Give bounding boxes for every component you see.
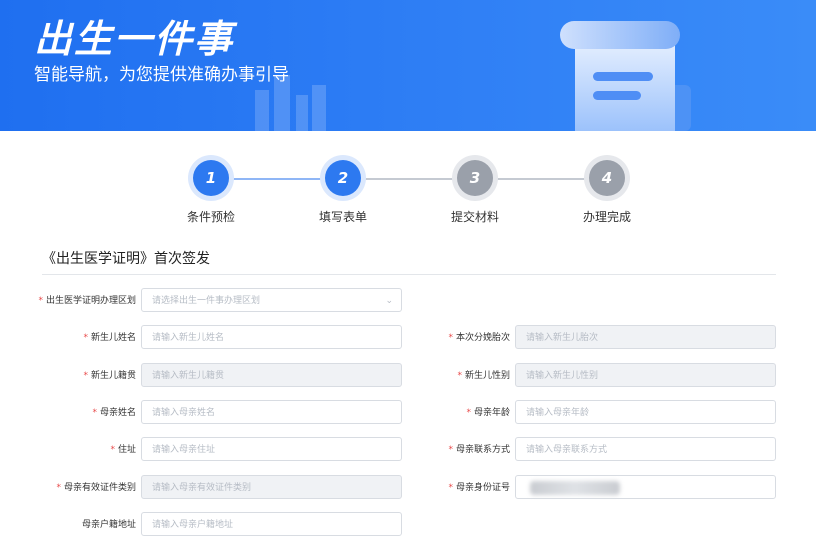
- section-divider: [42, 274, 776, 275]
- baby-name-label: * 新生儿姓名: [83, 333, 136, 343]
- step-4-label: 办理完成: [582, 210, 631, 224]
- mother-id-no-input[interactable]: [515, 475, 776, 499]
- mother-age-label: * 母亲年龄: [466, 408, 510, 418]
- form-row: * 新生儿籍贯 请输入新生儿籍贯 * 新生儿性别 请输入新生儿性别: [0, 363, 816, 389]
- redacted-value: [530, 481, 620, 495]
- step-4[interactable]: 4 办理完成: [567, 160, 647, 225]
- mother-hukou-input[interactable]: 请输入母亲户籍地址: [141, 512, 402, 536]
- form-row: * 出生医学证明办理区划 请选择出生一件事办理区划 ⌄: [0, 288, 816, 314]
- baby-gender-label: * 新生儿性别: [457, 371, 510, 381]
- district-placeholder: 请选择出生一件事办理区划: [152, 296, 261, 306]
- section-title: 《出生医学证明》首次签发: [42, 251, 210, 267]
- mother-id-no-label: * 母亲身份证号: [448, 483, 510, 493]
- district-select[interactable]: 请选择出生一件事办理区划 ⌄: [141, 288, 402, 312]
- step-3-circle: 3: [457, 160, 493, 196]
- progress-stepper: 1 条件预检 2 填写表单 3 提交材料 4 办理完成: [0, 150, 816, 230]
- baby-origin-input[interactable]: 请输入新生儿籍贯: [141, 363, 402, 387]
- baby-name-input[interactable]: 请输入新生儿姓名: [141, 325, 402, 349]
- birth-order-input[interactable]: 请输入新生儿胎次: [515, 325, 776, 349]
- baby-origin-label: * 新生儿籍贯: [83, 371, 136, 381]
- scroll-document-icon: [560, 21, 691, 131]
- step-3-label: 提交材料: [450, 210, 499, 224]
- form-row: * 住址 请输入母亲住址 * 母亲联系方式 请输入母亲联系方式: [0, 437, 816, 463]
- form-row: * 母亲有效证件类别 请输入母亲有效证件类别 * 母亲身份证号: [0, 475, 816, 501]
- mother-id-type-input[interactable]: 请输入母亲有效证件类别: [141, 475, 402, 499]
- step-2[interactable]: 2 填写表单: [303, 160, 383, 225]
- mother-id-type-label: * 母亲有效证件类别: [56, 483, 136, 493]
- form-row: * 新生儿姓名 请输入新生儿姓名 * 本次分娩胎次 请输入新生儿胎次: [0, 325, 816, 351]
- mother-phone-input[interactable]: 请输入母亲联系方式: [515, 437, 776, 461]
- header-banner: 出生一件事 智能导航，为您提供准确办事引导: [0, 0, 816, 131]
- step-2-label: 填写表单: [318, 210, 367, 224]
- banner-title: 出生一件事: [34, 17, 235, 61]
- form-row: 母亲户籍地址 请输入母亲户籍地址: [0, 512, 816, 538]
- city-decoration-icon: [255, 75, 326, 131]
- mother-name-input[interactable]: 请输入母亲姓名: [141, 400, 402, 424]
- address-label: * 住址: [110, 445, 136, 455]
- form-row: * 母亲姓名 请输入母亲姓名 * 母亲年龄 请输入母亲年龄: [0, 400, 816, 426]
- mother-phone-label: * 母亲联系方式: [448, 445, 510, 455]
- district-label: * 出生医学证明办理区划: [38, 296, 136, 306]
- address-input[interactable]: 请输入母亲住址: [141, 437, 402, 461]
- step-2-circle: 2: [325, 160, 361, 196]
- step-3[interactable]: 3 提交材料: [435, 160, 515, 225]
- step-1-circle: 1: [193, 160, 229, 196]
- chevron-down-icon[interactable]: ⌄: [385, 289, 393, 313]
- step-4-circle: 4: [589, 160, 625, 196]
- mother-age-input[interactable]: 请输入母亲年龄: [515, 400, 776, 424]
- step-1-label: 条件预检: [186, 210, 235, 224]
- mother-hukou-label: 母亲户籍地址: [81, 520, 136, 530]
- baby-gender-input[interactable]: 请输入新生儿性别: [515, 363, 776, 387]
- birth-order-label: * 本次分娩胎次: [448, 333, 510, 343]
- step-1[interactable]: 1 条件预检: [171, 160, 251, 225]
- mother-name-label: * 母亲姓名: [92, 408, 136, 418]
